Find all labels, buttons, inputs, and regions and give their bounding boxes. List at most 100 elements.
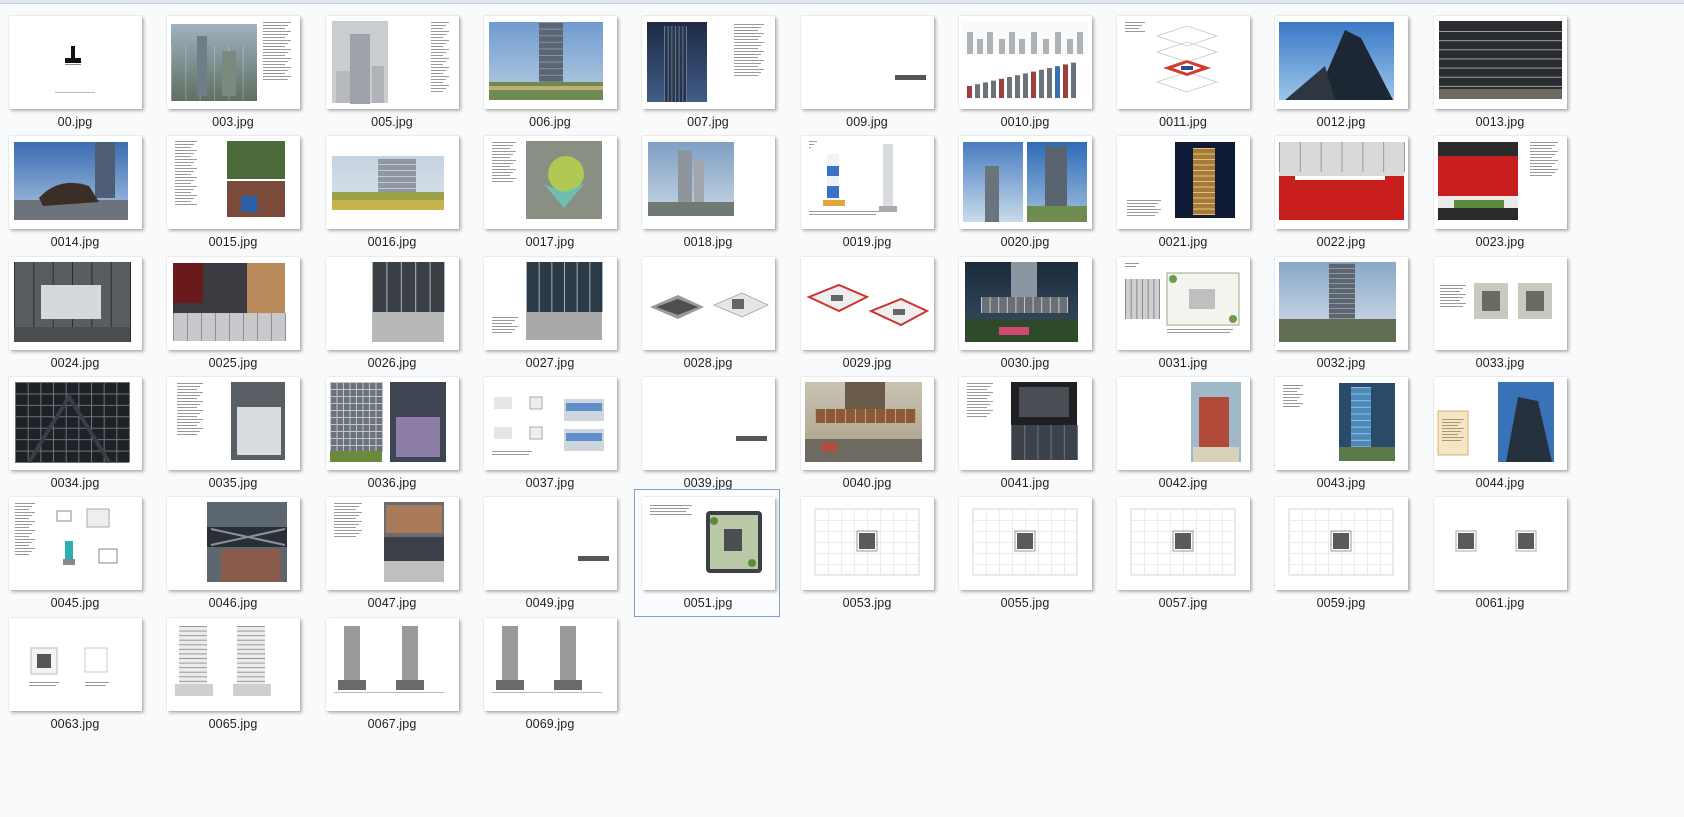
file-item[interactable]: 0045.jpg — [1, 489, 147, 617]
file-name-label[interactable]: 0040.jpg — [794, 476, 940, 490]
file-name-label[interactable]: 0039.jpg — [635, 476, 781, 490]
file-thumbnail[interactable] — [484, 136, 617, 229]
file-thumbnail[interactable] — [801, 16, 934, 109]
file-item[interactable]: 0053.jpg — [793, 489, 939, 617]
file-item[interactable]: 0027.jpg — [476, 249, 622, 377]
file-item[interactable]: 0037.jpg — [476, 369, 622, 497]
file-thumbnail[interactable] — [1434, 136, 1567, 229]
file-thumbnail[interactable] — [959, 257, 1092, 350]
file-thumbnail[interactable] — [1117, 497, 1250, 590]
file-name-label[interactable]: 0061.jpg — [1427, 596, 1573, 610]
file-item[interactable]: 0044.jpg — [1426, 369, 1572, 497]
file-thumbnail[interactable] — [9, 136, 142, 229]
file-thumbnail[interactable] — [1117, 16, 1250, 109]
file-thumbnail[interactable] — [959, 377, 1092, 470]
file-item[interactable]: 009.jpg — [793, 8, 939, 136]
file-item[interactable]: 0019.jpg — [793, 128, 939, 256]
file-item[interactable]: 0021.jpg — [1109, 128, 1255, 256]
file-thumbnail-grid[interactable]: 00.jpg 003.jpg 005.jpg 006.jpg 007.jpg 009.jp… — [0, 0, 1684, 817]
file-thumbnail[interactable] — [959, 497, 1092, 590]
file-thumbnail[interactable] — [326, 257, 459, 350]
file-name-label[interactable]: 0059.jpg — [1268, 596, 1414, 610]
file-name-label[interactable]: 0019.jpg — [794, 235, 940, 249]
file-item[interactable]: 0069.jpg — [476, 610, 622, 738]
file-item[interactable]: 0046.jpg — [159, 489, 305, 617]
file-name-label[interactable]: 0011.jpg — [1110, 115, 1256, 129]
file-item[interactable]: 0033.jpg — [1426, 249, 1572, 377]
file-thumbnail[interactable] — [484, 497, 617, 590]
file-name-label[interactable]: 0037.jpg — [477, 476, 623, 490]
file-item[interactable]: 0028.jpg — [634, 249, 780, 377]
file-thumbnail[interactable] — [484, 618, 617, 711]
file-name-label[interactable]: 0030.jpg — [952, 356, 1098, 370]
file-name-label[interactable]: 0032.jpg — [1268, 356, 1414, 370]
file-thumbnail[interactable] — [1275, 257, 1408, 350]
file-item[interactable]: 0012.jpg — [1267, 8, 1413, 136]
file-item[interactable]: 0035.jpg — [159, 369, 305, 497]
file-name-label[interactable]: 0046.jpg — [160, 596, 306, 610]
file-item[interactable]: 0057.jpg — [1109, 489, 1255, 617]
file-item[interactable]: 0014.jpg — [1, 128, 147, 256]
file-item[interactable]: 0032.jpg — [1267, 249, 1413, 377]
file-name-label[interactable]: 0024.jpg — [2, 356, 148, 370]
file-thumbnail[interactable] — [1117, 257, 1250, 350]
file-item[interactable]: 0023.jpg — [1426, 128, 1572, 256]
file-thumbnail[interactable] — [9, 618, 142, 711]
file-thumbnail[interactable] — [1434, 257, 1567, 350]
file-name-label[interactable]: 0063.jpg — [2, 717, 148, 731]
file-thumbnail[interactable] — [167, 377, 300, 470]
file-name-label[interactable]: 0015.jpg — [160, 235, 306, 249]
file-thumbnail[interactable] — [1275, 136, 1408, 229]
file-thumbnail[interactable] — [1434, 377, 1567, 470]
file-item[interactable]: 0040.jpg — [793, 369, 939, 497]
file-item[interactable]: 0013.jpg — [1426, 8, 1572, 136]
file-thumbnail[interactable] — [959, 16, 1092, 109]
file-name-label[interactable]: 0042.jpg — [1110, 476, 1256, 490]
file-thumbnail[interactable] — [1117, 377, 1250, 470]
file-thumbnail[interactable] — [167, 136, 300, 229]
file-item[interactable]: 0017.jpg — [476, 128, 622, 256]
file-item[interactable]: 0018.jpg — [634, 128, 780, 256]
file-name-label[interactable]: 003.jpg — [160, 115, 306, 129]
file-thumbnail[interactable] — [642, 16, 775, 109]
file-item[interactable]: 007.jpg — [634, 8, 780, 136]
file-item[interactable]: 003.jpg — [159, 8, 305, 136]
file-thumbnail[interactable] — [1434, 497, 1567, 590]
file-item[interactable]: 0034.jpg — [1, 369, 147, 497]
file-thumbnail[interactable] — [801, 377, 934, 470]
file-thumbnail[interactable] — [9, 16, 142, 109]
file-thumbnail[interactable] — [326, 136, 459, 229]
file-thumbnail[interactable] — [1275, 497, 1408, 590]
file-thumbnail[interactable] — [326, 618, 459, 711]
file-thumbnail[interactable] — [326, 377, 459, 470]
file-name-label[interactable]: 0051.jpg — [635, 596, 781, 610]
file-item[interactable]: 0011.jpg — [1109, 8, 1255, 136]
file-item[interactable]: 0067.jpg — [318, 610, 464, 738]
file-thumbnail[interactable] — [642, 136, 775, 229]
file-thumbnail[interactable] — [1275, 377, 1408, 470]
file-thumbnail[interactable] — [1275, 16, 1408, 109]
file-thumbnail[interactable] — [959, 136, 1092, 229]
file-item[interactable]: 0022.jpg — [1267, 128, 1413, 256]
file-name-label[interactable]: 0035.jpg — [160, 476, 306, 490]
file-name-label[interactable]: 0045.jpg — [2, 596, 148, 610]
file-item[interactable]: 0024.jpg — [1, 249, 147, 377]
file-thumbnail[interactable] — [167, 618, 300, 711]
file-name-label[interactable]: 0033.jpg — [1427, 356, 1573, 370]
file-thumbnail[interactable] — [1117, 136, 1250, 229]
file-item[interactable]: 0039.jpg — [634, 369, 780, 497]
file-name-label[interactable]: 0047.jpg — [319, 596, 465, 610]
file-thumbnail[interactable] — [484, 377, 617, 470]
file-thumbnail[interactable] — [1434, 16, 1567, 109]
file-item[interactable]: 0049.jpg — [476, 489, 622, 617]
file-item[interactable]: 0029.jpg — [793, 249, 939, 377]
file-thumbnail[interactable] — [167, 16, 300, 109]
file-name-label[interactable]: 0027.jpg — [477, 356, 623, 370]
file-thumbnail[interactable] — [167, 257, 300, 350]
file-item[interactable]: 0043.jpg — [1267, 369, 1413, 497]
file-item[interactable]: 006.jpg — [476, 8, 622, 136]
file-name-label[interactable]: 0041.jpg — [952, 476, 1098, 490]
file-name-label[interactable]: 0020.jpg — [952, 235, 1098, 249]
file-name-label[interactable]: 0026.jpg — [319, 356, 465, 370]
file-name-label[interactable]: 0049.jpg — [477, 596, 623, 610]
